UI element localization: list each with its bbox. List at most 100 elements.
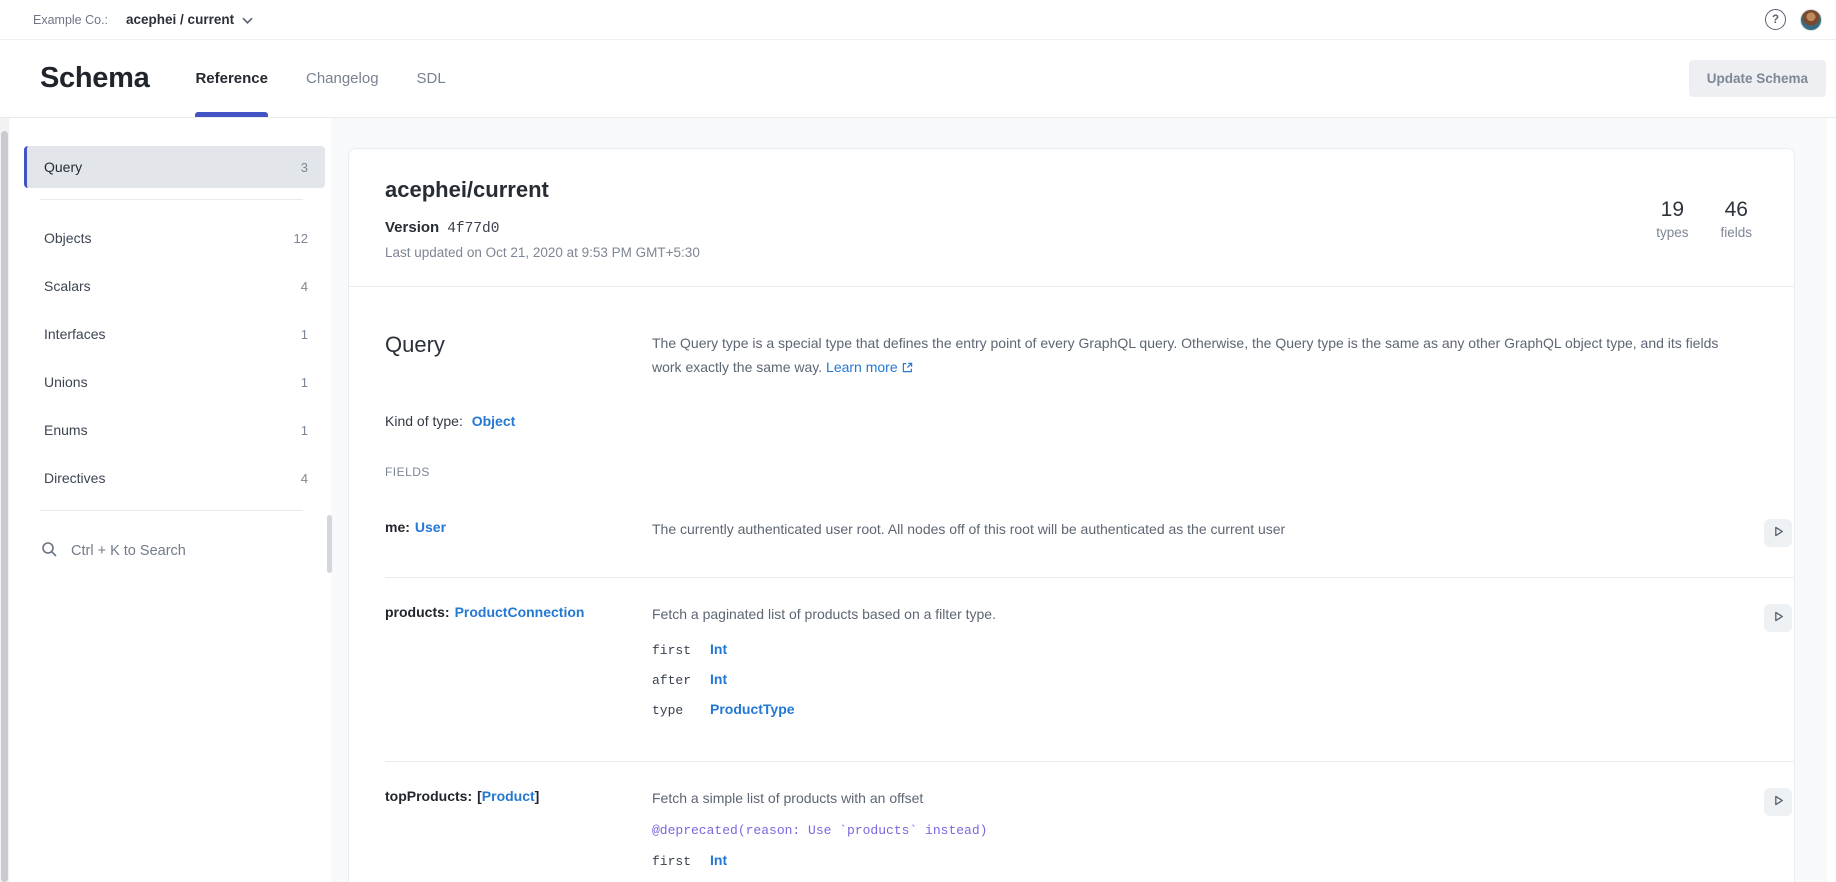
left-scrollbar[interactable]: [0, 118, 9, 882]
field-type-link[interactable]: User: [415, 519, 446, 535]
stat-fields: 46 fields: [1720, 198, 1752, 240]
user-avatar[interactable]: [1800, 9, 1822, 31]
sidebar-item-label: Interfaces: [44, 326, 105, 342]
help-icon[interactable]: ?: [1765, 9, 1786, 30]
type-bracket-close: ]: [535, 788, 540, 804]
kind-label: Kind of type:: [385, 413, 463, 429]
version-line: Version 4f77d0: [385, 219, 700, 237]
field-name: products:: [385, 604, 450, 620]
tab-sdl[interactable]: SDL: [417, 40, 446, 117]
graph-header: acephei/current Version 4f77d0 Last updat…: [349, 149, 1794, 287]
sidebar-divider: [40, 199, 303, 200]
sidebar-item-count: 1: [301, 375, 308, 390]
stat-value: 46: [1720, 198, 1752, 222]
fields-heading: FIELDS: [385, 465, 1794, 493]
sidebar-item-enums[interactable]: Enums 1: [24, 409, 325, 451]
update-schema-button[interactable]: Update Schema: [1689, 60, 1826, 97]
version-label: Version: [385, 219, 439, 236]
graph-title: acephei/current: [385, 177, 700, 203]
kind-of-type-row: Kind of type: Object: [385, 413, 1794, 429]
arg-type-link[interactable]: Int: [710, 641, 727, 657]
field-signature: topProducts:[Product]: [385, 788, 652, 882]
graph-header-left: acephei/current Version 4f77d0 Last updat…: [385, 177, 700, 260]
type-section: Query The Query type is a special type t…: [349, 287, 1794, 882]
sidebar-item-scalars[interactable]: Scalars 4: [24, 265, 325, 307]
left-scrollbar-thumb[interactable]: [1, 131, 8, 882]
run-in-explorer-button[interactable]: [1764, 788, 1792, 816]
tab-reference[interactable]: Reference: [195, 40, 268, 117]
play-icon: [1772, 525, 1785, 541]
graph-selector[interactable]: acephei / current: [126, 12, 253, 27]
learn-more-link[interactable]: Learn more: [826, 359, 913, 375]
graph-selector-label: acephei / current: [126, 12, 234, 27]
sidebar-item-count: 3: [301, 160, 308, 175]
sidebar-item-label: Unions: [44, 374, 88, 390]
play-icon: [1772, 794, 1785, 810]
sidebar-item-count: 4: [301, 279, 308, 294]
type-description-text: The Query type is a special type that de…: [652, 335, 1718, 375]
arg-name: first: [652, 643, 710, 658]
stat-label: fields: [1720, 225, 1752, 240]
sidebar-item-directives[interactable]: Directives 4: [24, 457, 325, 499]
field-signature: me: User: [385, 519, 652, 547]
kind-value-link[interactable]: Object: [472, 413, 516, 429]
search-icon: [41, 541, 58, 562]
arg-type-link[interactable]: Int: [710, 852, 727, 868]
type-name: Query: [385, 331, 652, 381]
field-type-link[interactable]: Product: [482, 788, 535, 804]
field-signature: products: ProductConnection: [385, 604, 652, 731]
field-row-products: products: ProductConnection Fetch a pagin…: [385, 578, 1794, 762]
sidebar-item-unions[interactable]: Unions 1: [24, 361, 325, 403]
sidebar-divider: [40, 510, 303, 511]
chevron-down-icon: [242, 12, 253, 27]
field-type-link[interactable]: ProductConnection: [455, 604, 585, 620]
run-in-explorer-button[interactable]: [1764, 519, 1792, 547]
search-hint: Ctrl + K to Search: [71, 543, 186, 559]
arg-name: type: [652, 703, 710, 718]
arg-type-link[interactable]: Int: [710, 671, 727, 687]
stat-value: 19: [1656, 198, 1688, 222]
tab-changelog[interactable]: Changelog: [306, 40, 379, 117]
schema-stats: 19 types 46 fields: [1656, 198, 1758, 240]
sidebar-item-query[interactable]: Query 3: [24, 146, 325, 188]
tab-bar: Reference Changelog SDL: [195, 40, 445, 117]
main-panel: acephei/current Version 4f77d0 Last updat…: [331, 118, 1836, 882]
arg-type-link[interactable]: ProductType: [710, 701, 795, 717]
top-bar: Example Co.: acephei / current ?: [0, 0, 1836, 40]
content-area: Query 3 Objects 12 Scalars 4 Interfaces …: [0, 118, 1836, 882]
play-icon: [1772, 610, 1785, 626]
topbar-right: ?: [1765, 9, 1824, 31]
org-label: Example Co.:: [33, 13, 108, 27]
version-value: 4f77d0: [447, 221, 499, 237]
field-name: me:: [385, 519, 410, 535]
field-args: first Int: [652, 852, 1750, 869]
learn-more-label: Learn more: [826, 359, 898, 375]
sidebar-item-interfaces[interactable]: Interfaces 1: [24, 313, 325, 355]
arg-row: first Int: [652, 852, 1750, 869]
sidebar-scrollbar-thumb[interactable]: [327, 515, 332, 573]
schema-card: acephei/current Version 4f77d0 Last updat…: [348, 148, 1795, 882]
last-updated: Last updated on Oct 21, 2020 at 9:53 PM …: [385, 245, 700, 260]
right-gutter: [1827, 118, 1836, 882]
sidebar-item-objects[interactable]: Objects 12: [24, 217, 325, 259]
type-description: The Query type is a special type that de…: [652, 331, 1750, 381]
field-description: The currently authenticated user root. A…: [652, 519, 1750, 540]
sidebar-item-label: Scalars: [44, 278, 91, 294]
sidebar-item-label: Enums: [44, 422, 88, 438]
run-in-explorer-button[interactable]: [1764, 604, 1792, 632]
field-description: Fetch a paginated list of products based…: [652, 604, 1750, 625]
page-title: Schema: [40, 62, 149, 95]
field-row-topproducts: topProducts:[Product] Fetch a simple lis…: [385, 762, 1794, 882]
help-glyph: ?: [1772, 14, 1779, 26]
sidebar-item-label: Query: [44, 159, 82, 175]
sidebar-item-count: 1: [301, 327, 308, 342]
sidebar-item-label: Directives: [44, 470, 105, 486]
arg-name: after: [652, 673, 710, 688]
stat-label: types: [1656, 225, 1688, 240]
arg-name: first: [652, 854, 710, 869]
schema-search[interactable]: Ctrl + K to Search: [24, 531, 325, 571]
page-header: Schema Reference Changelog SDL Update Sc…: [0, 40, 1836, 118]
sidebar-item-count: 4: [301, 471, 308, 486]
arg-row: type ProductType: [652, 701, 1750, 718]
field-description: Fetch a simple list of products with an …: [652, 788, 1750, 809]
